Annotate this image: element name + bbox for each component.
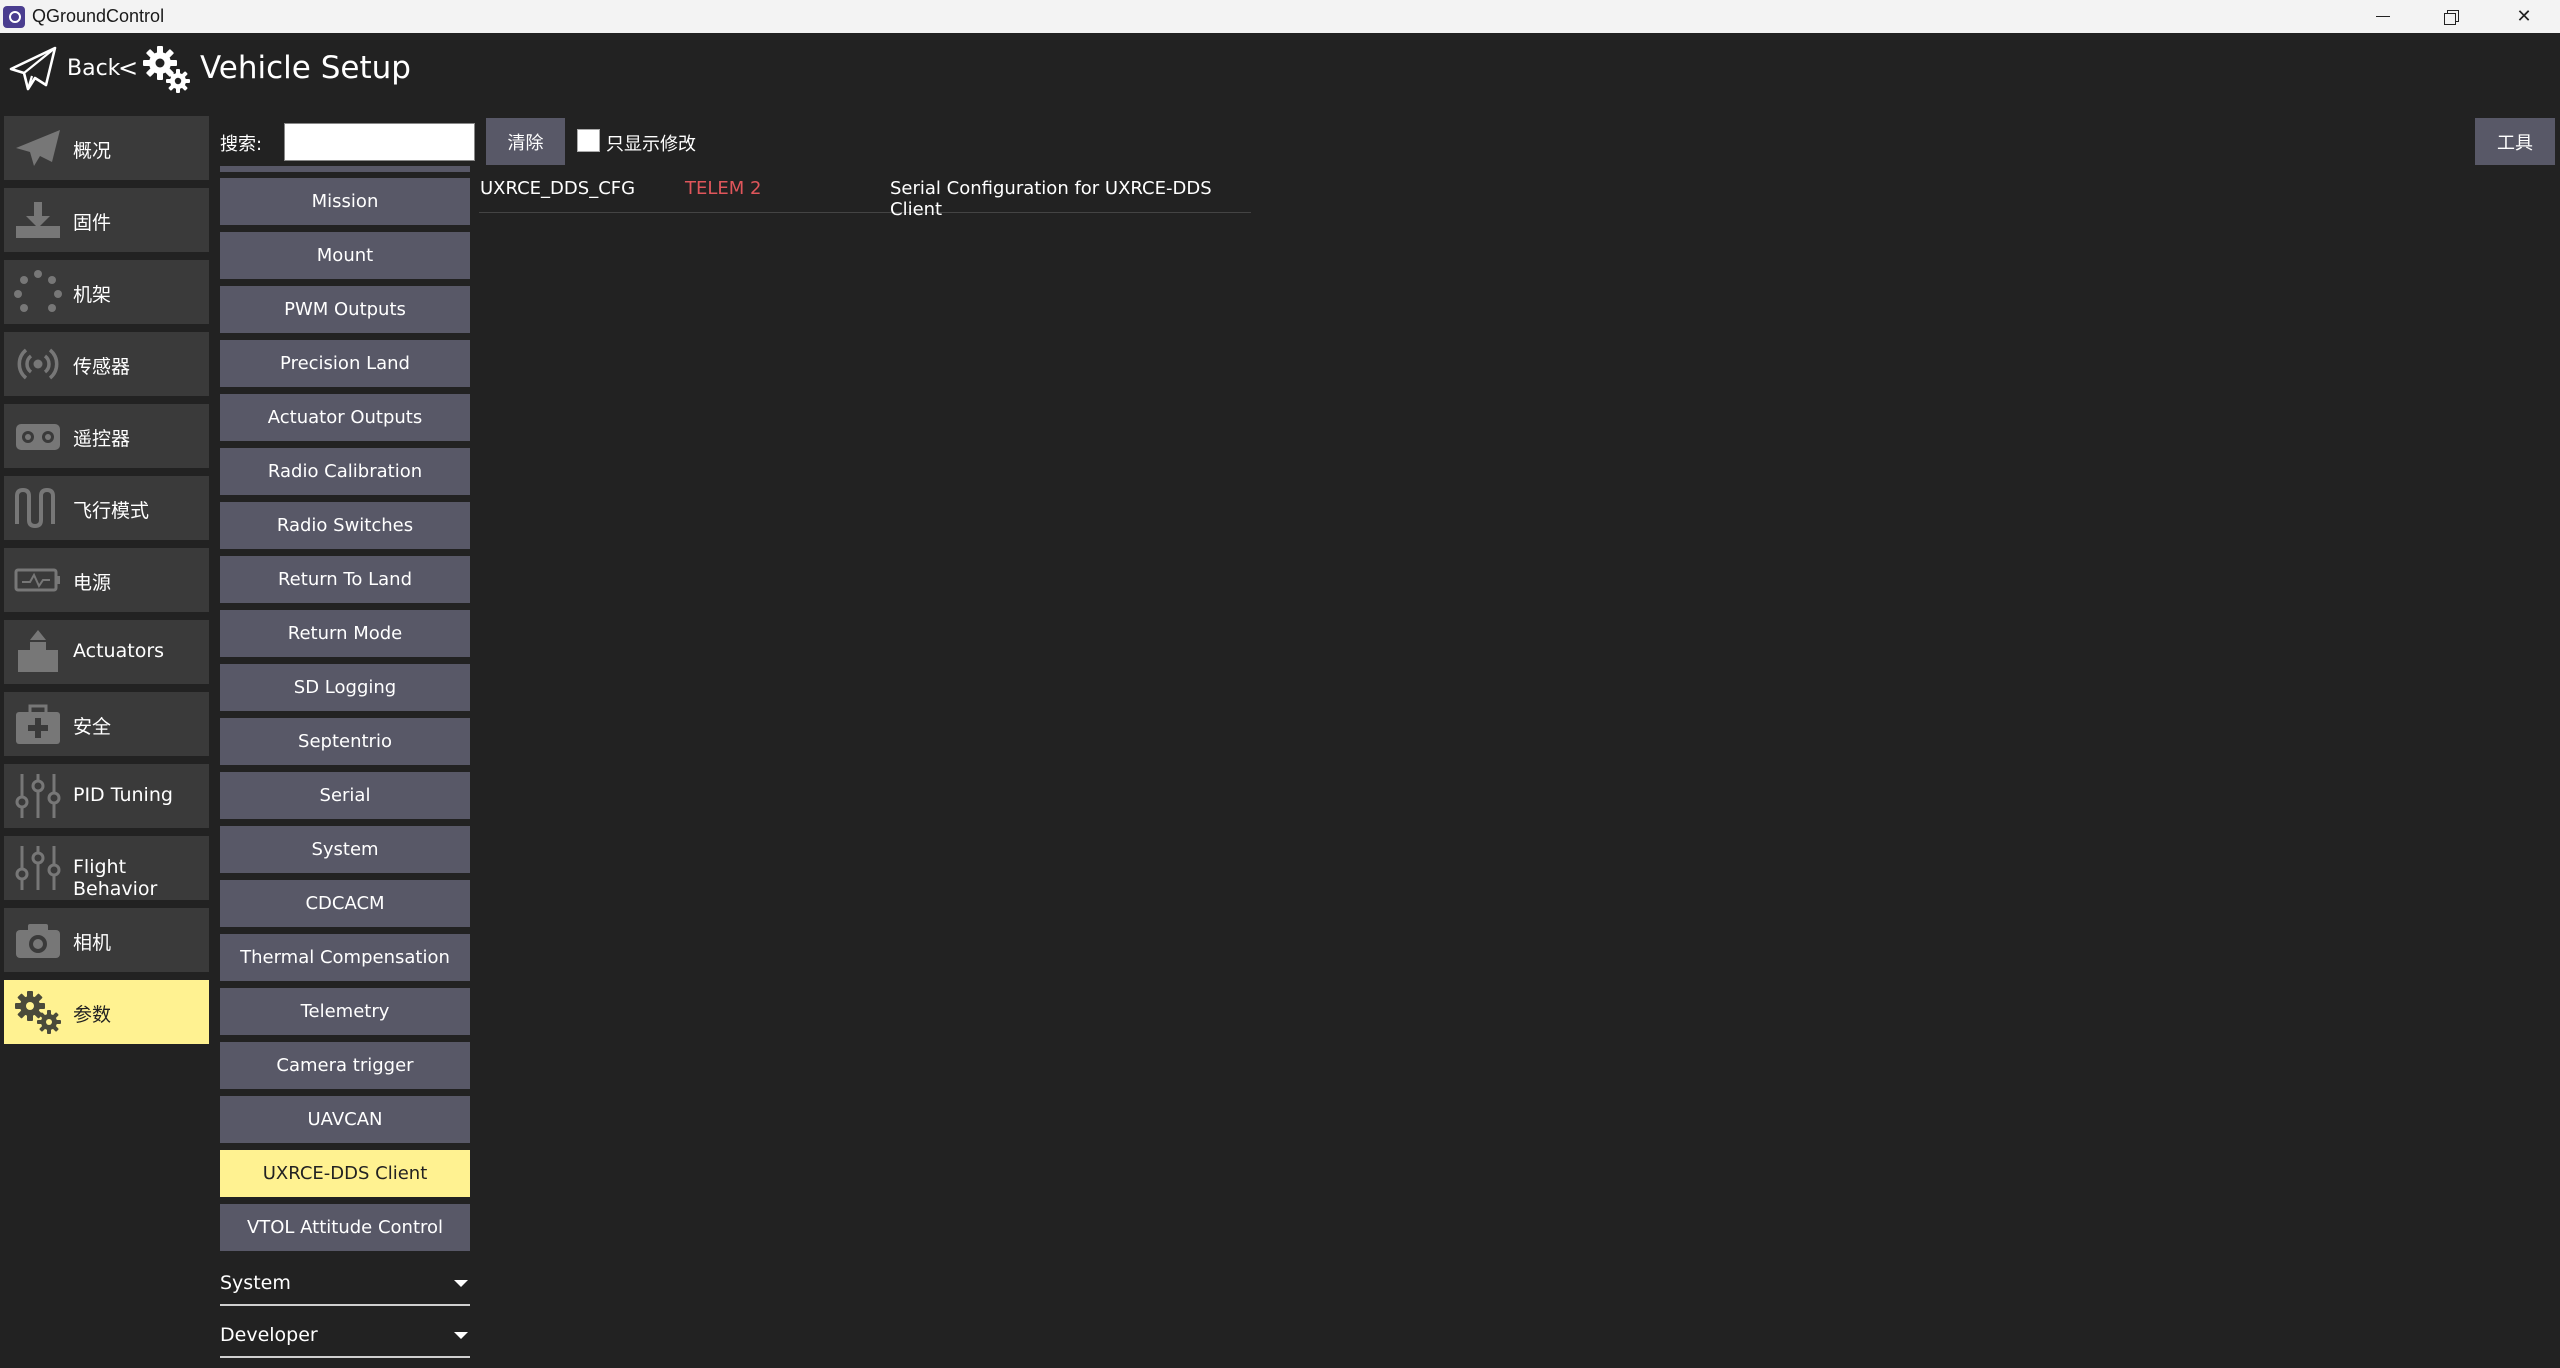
nav-item-label: 电源	[73, 572, 112, 594]
nav-item-airframe[interactable]: 机架	[4, 260, 209, 324]
close-icon: ✕	[2516, 6, 2532, 27]
nav-item-label: PID Tuning	[73, 784, 173, 806]
group-button[interactable]: Camera trigger	[220, 1042, 470, 1089]
nav-item-power[interactable]: 电源	[4, 548, 209, 612]
nav-item-radio[interactable]: 遥控器	[4, 404, 209, 468]
battery-icon	[14, 568, 60, 592]
tools-button[interactable]: 工具	[2475, 118, 2555, 165]
group-button[interactable]: PWM Outputs	[220, 286, 470, 333]
category-select-system[interactable]: System	[220, 1262, 470, 1306]
category-label: System	[220, 1272, 291, 1294]
actuators-icon	[18, 630, 58, 672]
sensors-icon	[17, 348, 59, 380]
param-description: Serial Configuration for UXRCE-DDS Clien…	[890, 178, 1212, 220]
nav-item-label: 飞行模式	[73, 500, 150, 522]
group-button[interactable]: Thermal Compensation	[220, 934, 470, 981]
window-title: QGroundControl	[32, 6, 165, 26]
paper-plane-icon[interactable]	[8, 45, 58, 93]
camera-icon	[16, 924, 60, 958]
airframe-icon	[14, 270, 62, 312]
restore-button[interactable]	[2417, 0, 2485, 33]
radio-icon	[16, 424, 60, 450]
nav-item-label: 固件	[73, 212, 112, 234]
group-button[interactable]: Return To Land	[220, 556, 470, 603]
nav-item-label: 参数	[73, 1004, 112, 1026]
group-button[interactable]: Septentrio	[220, 718, 470, 765]
minimize-icon	[2376, 15, 2390, 18]
firmware-download-icon	[16, 202, 60, 238]
close-button[interactable]: ✕	[2490, 0, 2558, 33]
category-label: Developer	[220, 1324, 318, 1346]
param-row[interactable]: UXRCE_DDS_CFG TELEM 2 Serial Configurati…	[479, 170, 1251, 220]
nav-item-label: Actuators	[73, 640, 165, 662]
nav-item-flight-behavior[interactable]: Flight Behavior	[4, 836, 209, 900]
group-button[interactable]: VTOL Attitude Control	[220, 1204, 470, 1251]
nav-item-camera[interactable]: 相机	[4, 908, 209, 972]
group-button[interactable]: Return Mode	[220, 610, 470, 657]
back-button[interactable]: Back	[67, 56, 120, 81]
nav-item-parameters[interactable]: 参数	[4, 980, 209, 1044]
sliders-icon	[15, 774, 61, 818]
nav-item-label: 机架	[73, 284, 112, 306]
page-header: Back < Vehicle Setup	[0, 33, 2560, 113]
nav-item-label: 概况	[73, 140, 112, 162]
clear-button[interactable]: 清除	[486, 118, 565, 165]
flight-modes-icon	[15, 487, 55, 529]
nav-item-label: 遥控器	[73, 428, 131, 450]
chevron-down-icon	[454, 1332, 468, 1339]
group-button-selected[interactable]: UXRCE-DDS Client	[220, 1150, 470, 1197]
gears-icon	[143, 46, 190, 93]
nav-item-label: 传感器	[73, 356, 131, 378]
group-button[interactable]: Mount	[220, 232, 470, 279]
group-button[interactable]: Telemetry	[220, 988, 470, 1035]
sliders-icon	[15, 846, 61, 890]
breadcrumb-separator: <	[118, 54, 139, 82]
group-button[interactable]: CDCACM	[220, 880, 470, 927]
group-button[interactable]: Precision Land	[220, 340, 470, 387]
group-button[interactable]: Radio Calibration	[220, 448, 470, 495]
minimize-button[interactable]	[2349, 0, 2417, 33]
group-button[interactable]: Serial	[220, 772, 470, 819]
category-select-developer[interactable]: Developer	[220, 1314, 470, 1358]
safety-kit-icon	[16, 704, 60, 744]
nav-item-actuators[interactable]: Actuators	[4, 620, 209, 684]
group-list-partial-item	[220, 166, 470, 172]
group-button[interactable]: Actuator Outputs	[220, 394, 470, 441]
restore-icon	[2444, 10, 2459, 25]
nav-item-label: 相机	[73, 932, 112, 954]
search-input[interactable]	[284, 123, 475, 161]
param-name: UXRCE_DDS_CFG	[480, 178, 636, 199]
group-button[interactable]: UAVCAN	[220, 1096, 470, 1143]
group-button[interactable]: System	[220, 826, 470, 873]
group-button[interactable]: Mission	[220, 178, 470, 225]
nav-item-firmware[interactable]: 固件	[4, 188, 209, 252]
group-button[interactable]: SD Logging	[220, 664, 470, 711]
nav-item-summary[interactable]: 概况	[4, 116, 209, 180]
search-label: 搜索:	[220, 134, 263, 155]
app-logo-icon	[3, 6, 25, 28]
nav-item-safety[interactable]: 安全	[4, 692, 209, 756]
parameter-group-list[interactable]: Mission Mount PWM Outputs Precision Land…	[220, 166, 470, 1356]
paper-plane-icon	[16, 130, 60, 166]
show-modified-label: 只显示修改	[606, 134, 696, 155]
gears-icon	[15, 991, 61, 1034]
nav-item-flight-modes[interactable]: 飞行模式	[4, 476, 209, 540]
page-title: Vehicle Setup	[200, 50, 411, 86]
nav-item-label: Flight Behavior	[73, 856, 158, 900]
window-titlebar: QGroundControl ✕	[0, 0, 2560, 33]
nav-item-label: 安全	[73, 716, 112, 738]
nav-item-pid-tuning[interactable]: PID Tuning	[4, 764, 209, 828]
nav-item-sensors[interactable]: 传感器	[4, 332, 209, 396]
param-value: TELEM 2	[685, 178, 762, 199]
group-button[interactable]: Radio Switches	[220, 502, 470, 549]
chevron-down-icon	[454, 1280, 468, 1287]
show-modified-checkbox[interactable]	[577, 129, 600, 152]
